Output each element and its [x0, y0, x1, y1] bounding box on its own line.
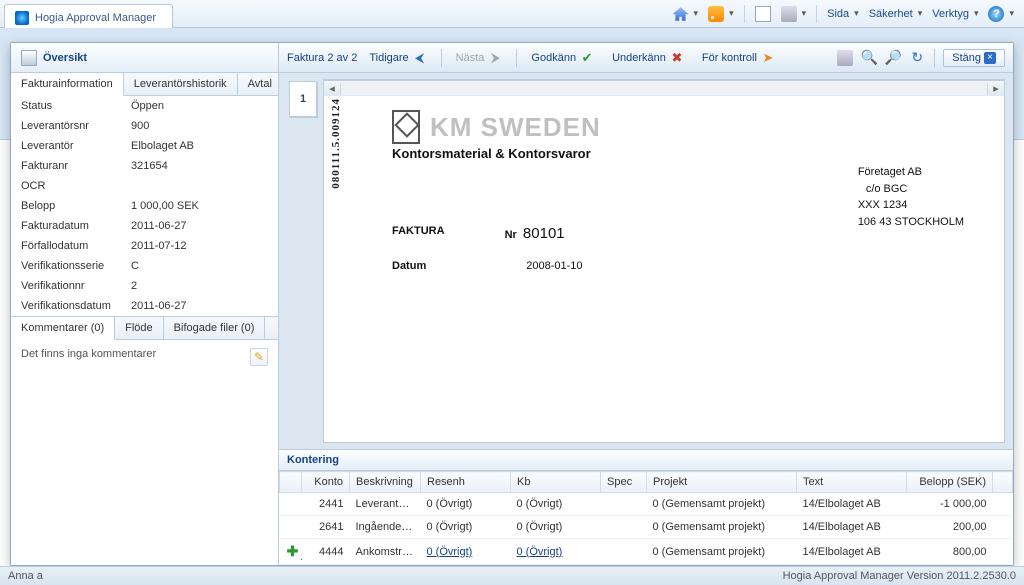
mail-icon: [755, 6, 771, 22]
check-icon: ✔: [580, 50, 594, 66]
close-button[interactable]: Stäng×: [943, 49, 1005, 67]
recipient-address: Företaget AB c/o BGC XXX 1234 106 43 STO…: [858, 164, 964, 230]
ie-favicon: [15, 11, 29, 25]
safety-menu[interactable]: Säkerhet: [869, 8, 923, 20]
tab-vendor-history[interactable]: Leverantörshistorik: [124, 73, 238, 95]
print-menu[interactable]: [781, 6, 807, 22]
resenh-link[interactable]: 0 (Övrigt): [427, 546, 473, 558]
status-bar: Anna a Hogia Approval Manager Version 20…: [0, 566, 1024, 585]
page-menu[interactable]: Sida: [827, 8, 859, 20]
document-icon: [21, 50, 37, 66]
invoice-counter: Faktura 2 av 2: [287, 52, 357, 64]
overview-title: Översikt: [11, 43, 278, 73]
feeds-menu[interactable]: [708, 6, 734, 22]
kontering-header: Kontering: [279, 450, 1013, 471]
edit-comment-button[interactable]: [250, 348, 268, 366]
separator: [744, 5, 745, 23]
cross-icon: ✖: [670, 50, 684, 66]
next-icon: ⮞: [488, 50, 502, 66]
rotate-button[interactable]: ↻: [908, 49, 926, 67]
browser-tab[interactable]: Hogia Approval Manager: [4, 4, 173, 28]
help-icon: ?: [988, 6, 1004, 22]
tools-menu[interactable]: Verktyg: [932, 8, 978, 20]
print-icon: [837, 50, 853, 66]
forward-icon: ➤: [761, 50, 775, 66]
for-control-button[interactable]: För kontroll➤: [696, 48, 781, 68]
zoom-in-button[interactable]: 🔍: [860, 49, 878, 67]
invoice-window: Översikt Fakturainformation Leverantörsh…: [10, 42, 1014, 566]
prev-button[interactable]: Tidigare⮜: [363, 48, 432, 68]
tab-flow[interactable]: Flöde: [115, 317, 164, 339]
home-menu[interactable]: [673, 6, 699, 22]
current-user: Anna a: [8, 570, 43, 582]
prev-icon: ⮜: [413, 50, 427, 66]
close-icon: ×: [984, 52, 996, 64]
table-row[interactable]: 2641Ingående moms0 (Övrigt)0 (Övrigt)0 (…: [280, 516, 1013, 539]
vendor-logo-icon: [392, 110, 420, 144]
next-button[interactable]: Nästa⮞: [450, 48, 509, 68]
info-tabs: Fakturainformation Leverantörshistorik A…: [11, 73, 278, 96]
page-thumbnail-1[interactable]: 1: [289, 81, 317, 117]
table-row[interactable]: 2441Leverantörsskulder,ankomst0 (Övrigt)…: [280, 493, 1013, 516]
mail-button[interactable]: [755, 6, 771, 22]
tab-invoice-info[interactable]: Fakturainformation: [11, 73, 124, 96]
print-doc-button[interactable]: [836, 49, 854, 67]
invoice-toolbar: Faktura 2 av 2 Tidigare⮜ Nästa⮞ Godkänn✔…: [279, 43, 1013, 73]
invoice-info-table: StatusÖppen Leverantörsnr900 LeverantörE…: [11, 96, 278, 316]
zoom-out-button[interactable]: 🔎: [884, 49, 902, 67]
print-icon: [781, 6, 797, 22]
tab-contract[interactable]: Avtal: [238, 73, 283, 95]
tab-title: Hogia Approval Manager: [35, 12, 156, 24]
document-viewer[interactable]: 080111.5.009124 KM SWEDEN Kontorsmateria…: [323, 79, 1005, 443]
tab-attachments[interactable]: Bifogade filer (0): [164, 317, 266, 339]
kb-link[interactable]: 0 (Övrigt): [517, 546, 563, 558]
faktura-label: FAKTURA: [392, 225, 445, 242]
vendor-tagline: Kontorsmaterial & Kontorsvaror: [392, 146, 976, 161]
vendor-brand: KM SWEDEN: [430, 112, 601, 143]
tab-comments[interactable]: Kommentarer (0): [11, 317, 115, 340]
app-version: Hogia Approval Manager Version 2011.2.25…: [783, 570, 1016, 582]
kontering-grid: Konto Beskrivning Resenh Kb Spec Projekt…: [279, 471, 1013, 565]
help-menu[interactable]: ?: [988, 6, 1014, 22]
home-icon: [673, 6, 689, 22]
reject-button[interactable]: Underkänn✖: [606, 48, 690, 68]
approve-button[interactable]: Godkänn✔: [525, 48, 600, 68]
separator: [816, 5, 817, 23]
rss-icon: [708, 6, 724, 22]
no-comments-text: Det finns inga kommentarer: [21, 348, 156, 360]
add-row-icon[interactable]: ✚: [286, 544, 300, 558]
doc-barcode-text: 080111.5.009124: [330, 98, 342, 189]
table-row[interactable]: ✚ 4444Ankomstreg. motkonto 0 (Övrigt) 0 …: [280, 539, 1013, 565]
